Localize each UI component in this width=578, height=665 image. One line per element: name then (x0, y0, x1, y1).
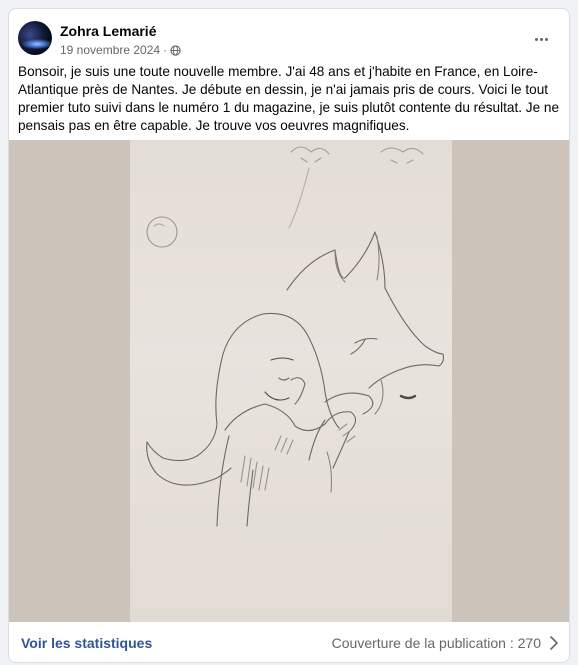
post-date[interactable]: 19 novembre 2024 (60, 43, 160, 57)
reach-label: Couverture de la publication : 270 (331, 635, 541, 651)
view-stats-link[interactable]: Voir les statistiques (21, 635, 152, 651)
post-header: Zohra Lemarié 19 novembre 2024 · (18, 21, 561, 61)
chevron-right-icon (550, 636, 558, 650)
post-card: Zohra Lemarié 19 novembre 2024 · Bonsoir… (8, 8, 570, 663)
author-name[interactable]: Zohra Lemarié (60, 23, 156, 39)
post-meta: 19 novembre 2024 · (60, 43, 181, 57)
post-photo[interactable] (9, 140, 569, 622)
pencil-drawing (146, 146, 445, 527)
avatar[interactable] (18, 21, 52, 55)
more-options-icon[interactable] (529, 27, 553, 51)
post-footer: Voir les statistiques Couverture de la p… (9, 622, 569, 662)
reach-button[interactable]: Couverture de la publication : 270 (332, 635, 559, 651)
post-text: Bonsoir, je suis une toute nouvelle memb… (18, 64, 560, 133)
globe-icon[interactable] (170, 44, 181, 56)
meta-separator: · (163, 43, 168, 57)
